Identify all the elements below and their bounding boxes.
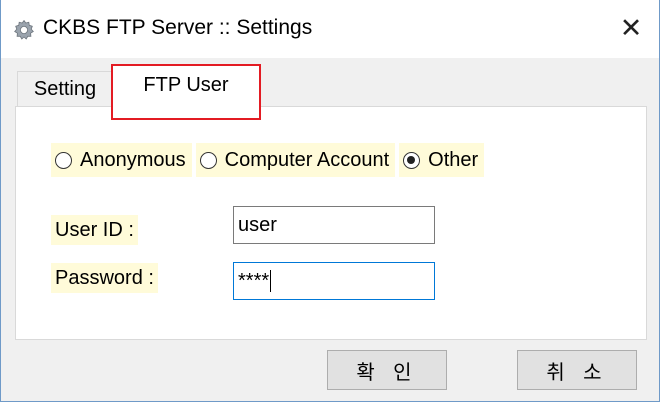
tab-ftp-user-label: FTP User [143,74,229,96]
password-label: Password : [51,263,158,293]
radio-anonymous-label: Anonymous [80,148,186,171]
ok-button-label: 확 인 [356,359,418,384]
radio-other[interactable]: Other [399,143,485,177]
cancel-button-label: 취 소 [546,359,608,384]
tab-setting-label: Setting [33,78,97,100]
settings-window: CKBS FTP Server :: Settings ✕ Setting FT… [0,0,660,402]
password-field[interactable]: **** [233,262,435,300]
radio-circle-icon[interactable] [55,151,72,169]
user-id-label: User ID : [51,215,138,245]
text-caret [270,270,272,292]
user-id-value: user [238,213,277,236]
radio-anonymous[interactable]: Anonymous [51,143,192,177]
title-bar[interactable]: CKBS FTP Server :: Settings ✕ [1,0,659,58]
radio-computer-account[interactable]: Computer Account [195,143,396,177]
window-title: CKBS FTP Server :: Settings [43,16,313,39]
radio-other-label: Other [428,148,479,171]
radio-checked-icon[interactable] [403,151,421,169]
cancel-button[interactable]: 취 소 [517,350,637,390]
close-icon: ✕ [619,12,643,43]
close-button[interactable]: ✕ [609,8,653,48]
auth-mode-radio-group: Anonymous Computer Account Other [51,143,488,177]
user-id-field[interactable]: user [233,206,435,244]
tab-ftp-user[interactable]: FTP User [111,64,261,120]
radio-computer-account-label: Computer Account [224,148,390,171]
gear-icon [13,19,35,41]
tab-setting[interactable]: Setting [17,71,113,107]
ok-button[interactable]: 확 인 [327,350,447,390]
radio-circle-icon[interactable] [199,151,217,169]
password-value: **** [238,269,270,292]
